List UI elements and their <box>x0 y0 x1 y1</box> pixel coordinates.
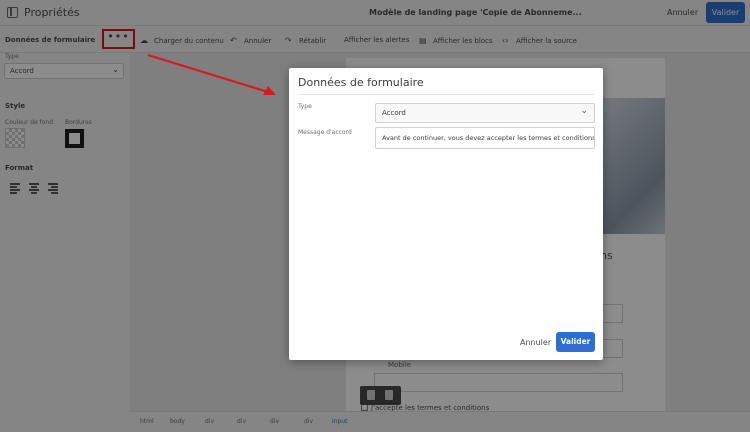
dialog-validate-button[interactable]: Valider <box>556 332 595 352</box>
dialog-divider <box>298 94 595 95</box>
dialog-title: Données de formulaire <box>298 76 424 89</box>
form-data-dialog: Données de formulaire Type Accord ⌄ Mess… <box>289 68 603 360</box>
dialog-message-label: Message d'accord <box>298 129 352 136</box>
agreement-message-field[interactable]: Avant de continuer, vous devez accepter … <box>375 127 595 149</box>
dialog-type-label: Type <box>298 103 312 110</box>
chevron-down-icon: ⌄ <box>580 106 588 116</box>
dialog-type-select[interactable]: Accord ⌄ <box>375 103 595 123</box>
dialog-cancel-button[interactable]: Annuler <box>520 338 551 347</box>
dialog-type-value: Accord <box>382 109 406 117</box>
